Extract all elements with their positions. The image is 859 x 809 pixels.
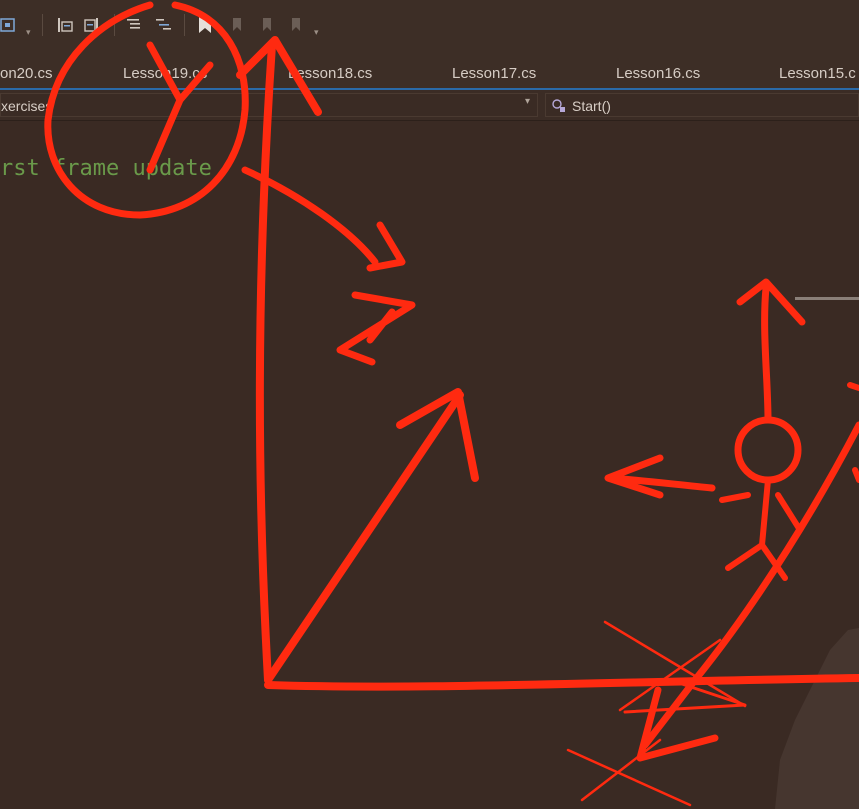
home-icon[interactable] — [0, 16, 18, 34]
toolbar-separator — [184, 14, 185, 36]
tab-lesson20[interactable]: on20.cs — [0, 65, 53, 82]
class-dropdown[interactable]: xercises ▾ — [0, 93, 538, 117]
outdent-icon[interactable] — [84, 16, 102, 34]
code-comment: rst frame update — [0, 156, 212, 181]
document-tab-strip: on20.cs Lesson19.cs Lesson18.cs Lesson17… — [0, 56, 859, 90]
scrollbar-thumb[interactable] — [795, 297, 859, 300]
uncomment-icon[interactable] — [155, 16, 173, 34]
method-icon — [552, 99, 565, 112]
prev-bookmark-icon[interactable] — [228, 16, 246, 34]
tab-lesson15[interactable]: Lesson15.c — [779, 65, 856, 82]
next-bookmark-icon[interactable] — [258, 16, 276, 34]
chevron-down-icon: ▾ — [525, 96, 531, 107]
tab-lesson18[interactable]: Lesson18.cs — [288, 65, 372, 82]
member-dropdown[interactable]: Start() — [545, 93, 859, 117]
toolbar-separator — [42, 14, 43, 36]
tab-lesson19[interactable]: Lesson19.cs — [123, 65, 207, 82]
code-editor[interactable]: rst frame update — [0, 121, 859, 809]
screen: ▾ ▾ on20.cs Lesson19.cs Lesson18.cs Less… — [0, 0, 859, 809]
toolbar-overflow-icon[interactable]: ▾ — [26, 28, 31, 38]
tab-lesson16[interactable]: Lesson16.cs — [616, 65, 700, 82]
clear-bookmark-icon[interactable] — [287, 16, 305, 34]
bookmark-icon[interactable] — [196, 16, 214, 34]
toolbar-separator — [114, 14, 115, 36]
toolbar: ▾ ▾ — [0, 0, 859, 56]
indent-icon[interactable] — [56, 16, 74, 34]
member-dropdown-label: Start() — [572, 98, 611, 114]
navigation-bar: xercises ▾ Start() — [0, 90, 859, 121]
tab-lesson17[interactable]: Lesson17.cs — [452, 65, 536, 82]
comment-icon[interactable] — [126, 16, 144, 34]
toolbar-overflow-icon[interactable]: ▾ — [314, 28, 319, 38]
class-dropdown-label: xercises — [1, 98, 53, 114]
